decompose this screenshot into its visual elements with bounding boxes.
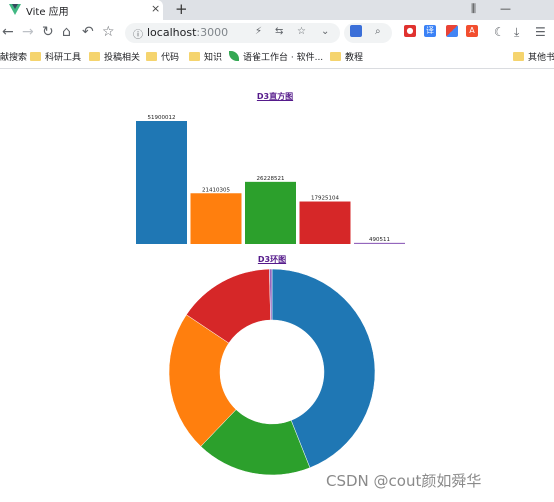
pin-icon[interactable]: ⫼	[471, 2, 476, 16]
pdf-ext-icon[interactable]: A	[466, 25, 478, 37]
home-icon[interactable]: ⌂	[62, 24, 71, 40]
folder-icon	[330, 52, 341, 61]
watermark: CSDN @cout颜如舜华	[326, 472, 482, 490]
url-text[interactable]: localhost:3000	[147, 26, 228, 39]
url-host: localhost	[147, 26, 197, 39]
bar	[245, 181, 296, 244]
download-icon[interactable]: ⤓	[514, 24, 519, 40]
reload-icon[interactable]: ↻	[42, 24, 54, 40]
address-bar[interactable]: ⓘ localhost:3000 ⚡ ⇆ ☆ ⌄	[125, 23, 340, 43]
bookmarks-bar: 献搜索 科研工具 投稿相关 代码 知识 语雀工作台 · 软件... 教程 其他书	[0, 46, 554, 69]
moon-icon[interactable]: ☾	[494, 24, 505, 40]
vite-logo-icon	[9, 4, 21, 15]
folder-icon	[89, 52, 100, 61]
back-icon[interactable]: ←	[2, 24, 14, 40]
bar-value-label: 26228521	[257, 176, 285, 182]
bar-value-label: 51900012	[148, 115, 176, 121]
bookmark-item[interactable]: 语雀工作台 · 软件...	[229, 50, 323, 63]
info-icon[interactable]: ⓘ	[133, 26, 143, 41]
tab-strip: Vite 应用 × + ⫼ —	[0, 0, 554, 20]
menu-icon[interactable]: ☰	[535, 24, 546, 40]
bar-value-label: 490511	[369, 237, 390, 243]
translate-ext-icon[interactable]: 译	[424, 25, 436, 37]
browser-toolbar: ← → ↻ ⌂ ↶ ☆ ⓘ localhost:3000 ⚡ ⇆ ☆ ⌄ ⌕ ●…	[0, 20, 554, 46]
bookmark-label: 献搜索	[0, 53, 28, 63]
donut-chart	[168, 268, 376, 476]
star-icon[interactable]: ☆	[297, 26, 306, 37]
bookmark-item[interactable]: 投稿相关	[89, 50, 140, 63]
bookmark-item[interactable]: 代码	[146, 50, 179, 63]
folder-icon	[146, 52, 157, 61]
lightning-icon[interactable]: ⚡	[255, 26, 262, 37]
bar-chart-title[interactable]: D3直方图	[240, 91, 310, 102]
bar-value-label: 21410305	[202, 187, 230, 193]
bookmark-label: 知识	[204, 53, 223, 63]
tab-close-icon[interactable]: ×	[151, 2, 160, 15]
donut-chart-title[interactable]: D3环图	[237, 254, 307, 265]
bookmark-star-icon[interactable]: ☆	[102, 24, 115, 40]
folder-icon	[30, 52, 41, 61]
tab-vite[interactable]: Vite 应用 ×	[0, 0, 163, 20]
bookmark-item[interactable]: 科研工具	[30, 50, 81, 63]
yuque-icon	[229, 51, 239, 61]
bookmark-item[interactable]: 教程	[330, 50, 363, 63]
bookmark-label: 科研工具	[45, 53, 82, 63]
bar	[354, 242, 405, 244]
weibo-icon[interactable]: ●	[404, 25, 416, 37]
undo-icon[interactable]: ↶	[82, 24, 94, 40]
bar	[136, 121, 187, 244]
bookmark-label: 投稿相关	[104, 53, 141, 63]
bar	[299, 201, 351, 244]
bookmark-item[interactable]: 知识	[189, 50, 222, 63]
tab-title: Vite 应用	[26, 7, 69, 18]
search-icon: ⌕	[375, 26, 381, 37]
bar	[190, 193, 242, 244]
translate-icon[interactable]: ⇆	[275, 26, 283, 37]
bookmark-label: 教程	[345, 53, 364, 63]
forward-icon[interactable]: →	[22, 24, 34, 40]
grid-ext-icon[interactable]	[446, 25, 458, 37]
chevron-down-icon[interactable]: ⌄	[321, 26, 329, 37]
bookmark-label: 语雀工作台 · 软件...	[243, 53, 324, 63]
folder-icon	[189, 52, 200, 61]
baidu-icon	[350, 25, 362, 37]
bookmark-item[interactable]: 其他书	[513, 50, 554, 63]
bookmark-label: 其他书	[528, 53, 554, 63]
bookmark-label: 代码	[161, 53, 180, 63]
url-port: :3000	[196, 26, 229, 39]
search-extension[interactable]: ⌕	[344, 23, 392, 43]
bar-chart: 51900012 21410305 26228521 17925104 490511	[136, 115, 405, 244]
folder-icon	[513, 52, 524, 61]
bookmark-item[interactable]: 献搜索	[0, 50, 27, 63]
minimize-icon[interactable]: —	[500, 2, 511, 15]
bar-value-label: 17925104	[311, 196, 339, 202]
new-tab-button[interactable]: +	[175, 0, 188, 18]
